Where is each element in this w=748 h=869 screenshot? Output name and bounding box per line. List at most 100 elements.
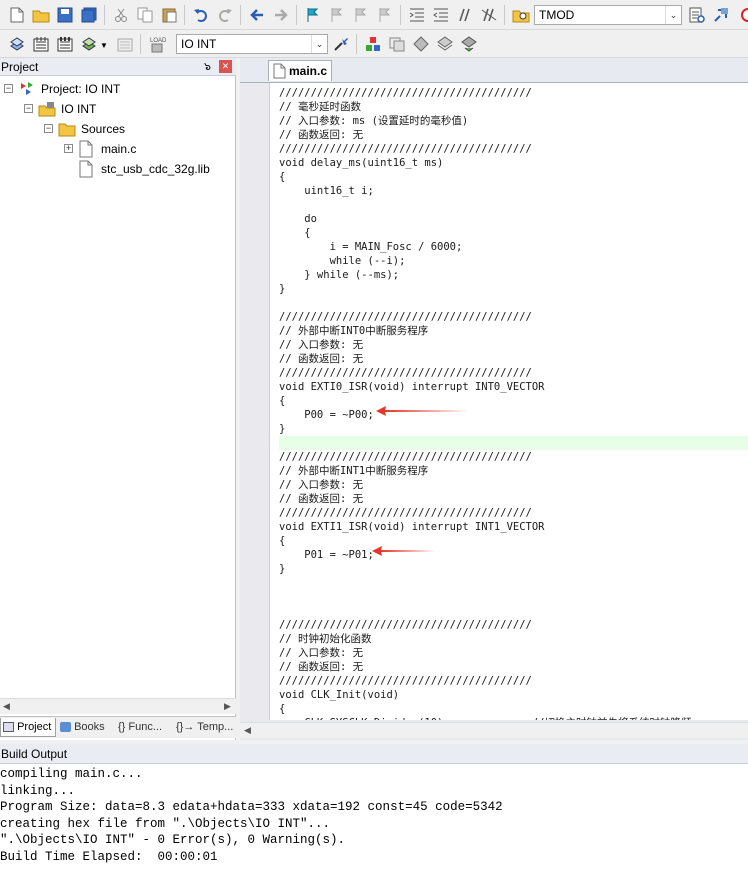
bookmark-icon[interactable] bbox=[304, 6, 322, 24]
manage-components-icon[interactable] bbox=[364, 35, 382, 53]
redo-icon[interactable] bbox=[216, 6, 234, 24]
collapse-icon[interactable]: − bbox=[4, 84, 13, 93]
tab-books[interactable]: Books bbox=[58, 718, 114, 737]
rebuild-icon[interactable] bbox=[56, 35, 74, 53]
uncomment-icon[interactable] bbox=[480, 6, 498, 24]
tab-templates[interactable]: {}→ Temp... bbox=[174, 718, 234, 737]
code-lines: ////////////////////////////////////////… bbox=[279, 86, 748, 720]
tab-project-label: Project bbox=[17, 721, 52, 733]
c-file-icon bbox=[78, 140, 94, 158]
code-line: // 函数返回: 无 bbox=[279, 129, 364, 141]
unindent-icon[interactable] bbox=[432, 6, 450, 24]
undo-icon[interactable] bbox=[192, 6, 210, 24]
target-options-icon[interactable] bbox=[332, 35, 350, 53]
nav-back-icon[interactable] bbox=[248, 6, 266, 24]
source-browser-icon[interactable] bbox=[712, 6, 730, 24]
code-line: // 时钟初始化函数 bbox=[279, 633, 372, 645]
target-combo[interactable]: TMOD ⌄ bbox=[534, 5, 682, 25]
comment-icon[interactable] bbox=[456, 6, 474, 24]
folder-icon bbox=[58, 121, 76, 137]
project-tab-icon bbox=[3, 722, 14, 733]
build-output-text[interactable]: compiling main.c... linking... Program Siz… bbox=[0, 766, 748, 865]
c-file-icon bbox=[273, 63, 286, 79]
save-icon[interactable] bbox=[56, 6, 74, 24]
file-extensions-icon[interactable] bbox=[388, 35, 406, 53]
scroll-left-icon[interactable]: ◀ bbox=[3, 701, 10, 712]
ide-window: TMOD ⌄ ▼ LOAD IO INT ⌄ Project ๖ ✕ − Pro… bbox=[0, 0, 748, 869]
debug-icon[interactable] bbox=[736, 6, 748, 24]
open-file-icon[interactable] bbox=[32, 6, 50, 24]
incremental-find-icon[interactable] bbox=[688, 6, 706, 24]
code-line: uint16_t i; bbox=[279, 185, 374, 197]
tab-functions[interactable]: {} Func... bbox=[116, 718, 172, 737]
build-icon[interactable] bbox=[32, 35, 50, 53]
code-line: // 外部中断INT1中断服务程序 bbox=[279, 465, 429, 477]
line-number-gutter[interactable] bbox=[240, 83, 270, 720]
code-line: // 入口参数: 无 bbox=[279, 647, 364, 659]
tree-target-label: IO INT bbox=[61, 102, 97, 116]
tab-templates-label: {}→ Temp... bbox=[176, 721, 234, 733]
annotation-arrow-1 bbox=[376, 406, 468, 416]
code-line: //////////////////////////////////////// bbox=[279, 311, 532, 323]
editor-horizontal-scrollbar[interactable]: ◀ bbox=[240, 722, 748, 738]
code-line: //////////////////////////////////////// bbox=[279, 451, 532, 463]
build-output-panel: Build Output compiling main.c... linking.… bbox=[0, 744, 748, 869]
copy-icon[interactable] bbox=[136, 6, 154, 24]
nav-forward-icon[interactable] bbox=[272, 6, 290, 24]
project-panel-tabs: Project Books {} Func... {}→ Temp... bbox=[0, 716, 236, 738]
pin-icon[interactable]: ๖ bbox=[204, 58, 211, 76]
chevron-down-icon[interactable]: ⌄ bbox=[665, 6, 681, 24]
editor-tab-label: main.c bbox=[289, 64, 328, 78]
clear-bookmarks-icon[interactable] bbox=[376, 6, 394, 24]
scroll-left-icon[interactable]: ◀ bbox=[244, 725, 251, 736]
pack-setup-icon[interactable] bbox=[460, 35, 478, 53]
stop-build-icon[interactable] bbox=[116, 35, 134, 53]
scroll-right-icon[interactable]: ▶ bbox=[224, 701, 231, 712]
close-icon[interactable]: ✕ bbox=[219, 60, 232, 73]
code-line: void delay_ms(uint16_t ms) bbox=[279, 157, 444, 169]
code-line: } bbox=[279, 423, 286, 435]
tree-file-label: stc_usb_cdc_32g.lib bbox=[101, 162, 210, 176]
build-output-title: Build Output bbox=[1, 747, 68, 761]
project-horizontal-scrollbar[interactable]: ◀ ▶ bbox=[0, 698, 236, 714]
code-line: } while (--ms); bbox=[279, 269, 400, 281]
new-file-icon[interactable] bbox=[8, 6, 26, 24]
chevron-down-icon[interactable]: ⌄ bbox=[311, 35, 327, 53]
build-output-header: Build Output bbox=[0, 744, 748, 764]
batch-build-icon[interactable] bbox=[80, 35, 98, 53]
cut-icon[interactable] bbox=[112, 6, 130, 24]
code-editor[interactable]: ////////////////////////////////////////… bbox=[240, 82, 748, 720]
books-icon bbox=[60, 722, 71, 733]
editor-tab-main-c[interactable]: main.c bbox=[268, 60, 332, 81]
chevron-down-icon[interactable]: ▼ bbox=[100, 41, 108, 50]
code-line: //////////////////////////////////////// bbox=[279, 507, 532, 519]
paste-icon[interactable] bbox=[160, 6, 178, 24]
load-download-icon[interactable]: LOAD bbox=[148, 35, 166, 53]
annotation-arrow-2 bbox=[372, 546, 436, 556]
code-line: P00 = ~P00; bbox=[279, 409, 374, 421]
fold-margin[interactable] bbox=[270, 83, 278, 720]
translate-icon[interactable] bbox=[8, 35, 26, 53]
collapse-icon[interactable]: − bbox=[44, 124, 53, 133]
expand-icon[interactable]: + bbox=[64, 144, 73, 153]
code-line: // 入口参数: 无 bbox=[279, 479, 364, 491]
project-panel: Project ๖ ✕ − Project: IO INT − IO INT −… bbox=[0, 58, 236, 740]
code-line: // 函数返回: 无 bbox=[279, 661, 364, 673]
code-line: } bbox=[279, 283, 286, 295]
lib-file-icon bbox=[78, 160, 94, 178]
prev-bookmark-icon[interactable] bbox=[328, 6, 346, 24]
save-all-icon[interactable] bbox=[80, 6, 98, 24]
find-in-files-icon[interactable] bbox=[512, 6, 530, 24]
tree-file-label: main.c bbox=[101, 142, 137, 156]
code-line: while (--i); bbox=[279, 255, 406, 267]
collapse-icon[interactable]: − bbox=[24, 104, 33, 113]
project-panel-title: Project bbox=[1, 60, 39, 74]
pack-installer-icon[interactable] bbox=[436, 35, 454, 53]
tab-project[interactable]: Project bbox=[0, 718, 56, 737]
next-bookmark-icon[interactable] bbox=[352, 6, 370, 24]
project-target-combo[interactable]: IO INT ⌄ bbox=[176, 34, 328, 54]
select-packs-icon[interactable] bbox=[412, 35, 430, 53]
indent-icon[interactable] bbox=[408, 6, 426, 24]
